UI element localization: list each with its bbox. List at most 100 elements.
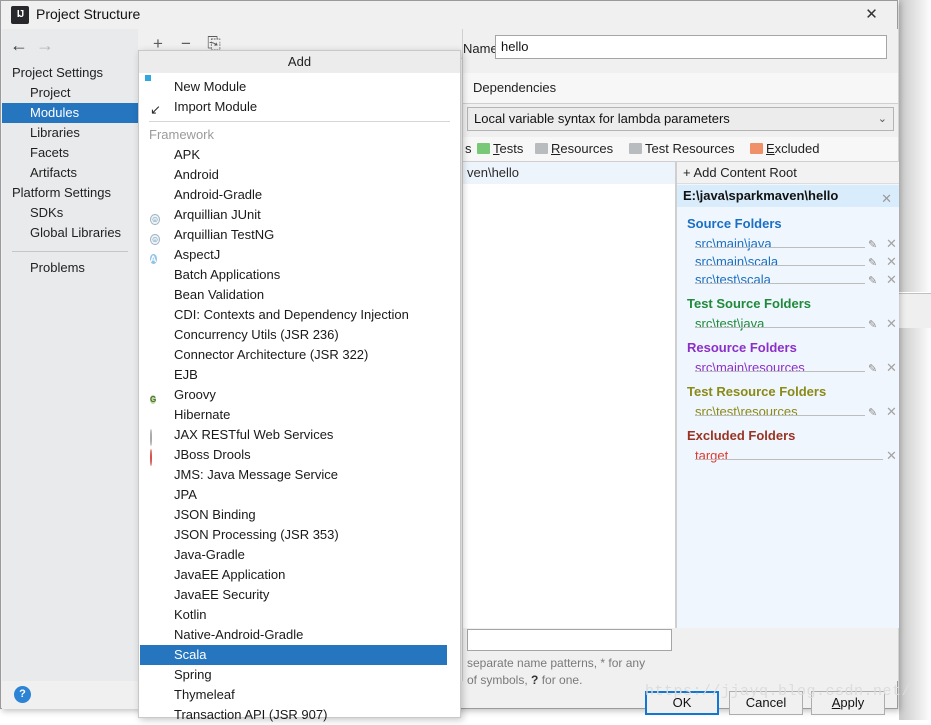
- menu-item-jpa[interactable]: JPA: [140, 485, 447, 505]
- back-arrow-icon[interactable]: ←: [10, 35, 28, 55]
- menu-item-label: Java-Gradle: [174, 547, 245, 562]
- mark-as-resources-label: esources: [560, 141, 614, 156]
- menu-item-label: JSON Processing (JSR 353): [174, 527, 339, 542]
- remove-content-root-icon[interactable]: ✕: [881, 188, 892, 210]
- menu-item-scala[interactable]: Scala: [140, 645, 447, 665]
- menu-item-ejb[interactable]: EJB: [140, 365, 447, 385]
- sidebar-item-problems[interactable]: Problems: [2, 258, 138, 278]
- test-source-folder-row[interactable]: src\test\java: [695, 316, 865, 331]
- menu-item-label: New Module: [174, 79, 247, 94]
- menu-item-new-module[interactable]: New Module: [140, 77, 447, 97]
- mark-as-tests[interactable]: Tests: [477, 141, 523, 156]
- menu-item-json-binding[interactable]: JSON Binding: [140, 505, 447, 525]
- sidebar-item-project[interactable]: Project: [2, 83, 138, 103]
- mark-as-excluded[interactable]: Excluded: [750, 141, 819, 156]
- menu-item-jms[interactable]: JMS: Java Message Service: [140, 465, 447, 485]
- menu-item-label: JavaEE Security: [174, 587, 270, 602]
- menu-item-aspectj[interactable]: A AspectJ: [140, 245, 447, 265]
- dialog-titlebar: IJ Project Structure ✕: [1, 1, 897, 29]
- sidebar-item-global-libraries[interactable]: Global Libraries: [2, 223, 138, 243]
- remove-icon[interactable]: ✕: [886, 404, 897, 420]
- menu-item-groovy[interactable]: G Groovy: [140, 385, 447, 405]
- source-folder-row[interactable]: src\main\scala: [695, 254, 865, 269]
- menu-item-concurrency-utils[interactable]: Concurrency Utils (JSR 236): [140, 325, 447, 345]
- edit-icon[interactable]: ✎: [868, 362, 877, 375]
- menu-item-thymeleaf[interactable]: Thymeleaf: [140, 685, 447, 705]
- edit-icon[interactable]: ✎: [868, 256, 877, 269]
- remove-icon[interactable]: ✕: [886, 236, 897, 252]
- module-name-input[interactable]: hello: [495, 35, 887, 59]
- kotlin-icon: [150, 608, 165, 622]
- sidebar-item-modules[interactable]: Modules: [2, 103, 138, 123]
- edit-icon[interactable]: ✎: [868, 406, 877, 419]
- menu-item-label: JAX RESTful Web Services: [174, 427, 334, 442]
- close-icon[interactable]: ✕: [846, 1, 897, 29]
- menu-item-import-module[interactable]: ↙ Import Module: [140, 97, 447, 117]
- nav-history-controls: ← →: [2, 29, 138, 63]
- content-root-path: E:\java\sparkmaven\hello: [683, 188, 839, 203]
- menu-item-android-gradle[interactable]: Android-Gradle: [140, 185, 447, 205]
- menu-item-bean-validation[interactable]: Bean Validation: [140, 285, 447, 305]
- jsr-icon: [150, 468, 165, 482]
- content-roots-panel: + Add Content Root E:\java\sparkmaven\he…: [676, 162, 899, 628]
- add-content-root-button[interactable]: + Add Content Root: [677, 162, 899, 184]
- edit-icon[interactable]: ✎: [868, 274, 877, 287]
- menu-item-hibernate[interactable]: Hibernate: [140, 405, 447, 425]
- remove-icon[interactable]: ✕: [886, 360, 897, 376]
- menu-item-kotlin[interactable]: Kotlin: [140, 605, 447, 625]
- sidebar-item-facets[interactable]: Facets: [2, 143, 138, 163]
- source-folder-row[interactable]: src\test\scala: [695, 272, 865, 287]
- menu-item-connector-architecture[interactable]: Connector Architecture (JSR 322): [140, 345, 447, 365]
- menu-item-label: JavaEE Application: [174, 567, 286, 582]
- resource-folder-path: src\main\resources: [695, 360, 805, 375]
- menu-item-cdi[interactable]: CDI: Contexts and Dependency Injection: [140, 305, 447, 325]
- menu-item-label: JBoss Drools: [174, 447, 251, 462]
- menu-item-native-android-gradle[interactable]: Native-Android-Gradle: [140, 625, 447, 645]
- remove-icon[interactable]: ✕: [886, 272, 897, 288]
- resource-folder-row[interactable]: src\main\resources: [695, 360, 865, 375]
- language-level-select[interactable]: Local variable syntax for lambda paramet…: [467, 107, 894, 131]
- help-icon[interactable]: ?: [14, 686, 31, 703]
- excluded-folder-row[interactable]: target: [695, 448, 883, 463]
- menu-item-java-gradle[interactable]: Java-Gradle: [140, 545, 447, 565]
- chevron-down-icon: ⌄: [877, 113, 887, 125]
- menu-item-android[interactable]: Android: [140, 165, 447, 185]
- menu-item-arquillian-testng[interactable]: ☺ Arquillian TestNG: [140, 225, 447, 245]
- no-icon: [150, 548, 165, 562]
- source-folder-row[interactable]: src\main\java: [695, 236, 865, 251]
- content-root-path-row[interactable]: E:\java\sparkmaven\hello ✕: [677, 185, 899, 207]
- jsr-icon: [150, 588, 165, 602]
- sidebar-divider: [12, 251, 128, 252]
- forward-arrow-icon[interactable]: →: [36, 35, 54, 55]
- group-test-source-folders: Test Source Folders: [687, 296, 812, 311]
- mark-as-resources[interactable]: Resources: [535, 141, 613, 156]
- menu-item-arquillian-junit[interactable]: ☺ Arquillian JUnit: [140, 205, 447, 225]
- menu-item-javaee-security[interactable]: JavaEE Security: [140, 585, 447, 605]
- sidebar-item-libraries[interactable]: Libraries: [2, 123, 138, 143]
- remove-icon[interactable]: ✕: [886, 316, 897, 332]
- menu-item-spring[interactable]: Spring: [140, 665, 447, 685]
- sidebar-item-artifacts[interactable]: Artifacts: [2, 163, 138, 183]
- test-resource-folder-row[interactable]: src\test\resources: [695, 404, 865, 419]
- mark-as-test-resources[interactable]: Test Resources: [629, 141, 735, 156]
- menu-item-apk[interactable]: APK: [140, 145, 447, 165]
- menu-item-javaee-application[interactable]: JavaEE Application: [140, 565, 447, 585]
- tab-dependencies[interactable]: Dependencies: [473, 80, 556, 95]
- menu-item-json-processing[interactable]: JSON Processing (JSR 353): [140, 525, 447, 545]
- edit-icon[interactable]: ✎: [868, 238, 877, 251]
- remove-icon[interactable]: ✕: [886, 448, 897, 464]
- menu-item-transaction-api[interactable]: Transaction API (JSR 907): [140, 705, 447, 725]
- menu-item-batch-applications[interactable]: Batch Applications: [140, 265, 447, 285]
- sidebar-item-sdks[interactable]: SDKs: [2, 203, 138, 223]
- help-bar: ?: [2, 681, 138, 709]
- menu-item-label: Batch Applications: [174, 267, 281, 282]
- aspectj-icon: A: [150, 254, 157, 264]
- menu-item-jboss-drools[interactable]: JBoss Drools: [140, 445, 447, 466]
- bean-validation-icon: [150, 288, 165, 302]
- exclude-patterns-input[interactable]: [467, 629, 672, 651]
- remove-icon[interactable]: ✕: [886, 254, 897, 270]
- content-tree-root-row[interactable]: ven\hello: [463, 162, 675, 184]
- edit-icon[interactable]: ✎: [868, 318, 877, 331]
- menu-item-jax-restful-web-services[interactable]: JAX RESTful Web Services: [140, 425, 447, 446]
- menu-item-label: Hibernate: [174, 407, 231, 422]
